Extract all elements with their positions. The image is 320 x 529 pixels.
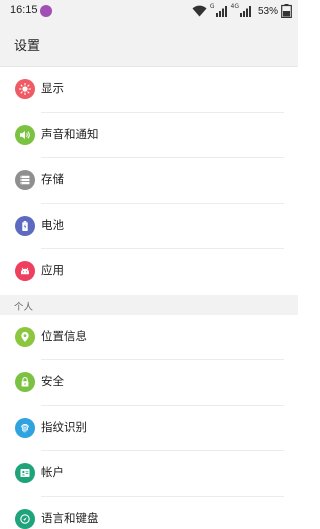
settings-item-display[interactable]: 显示 xyxy=(0,67,298,113)
settings-item-label: 安全 xyxy=(41,374,64,388)
fingerprint-icon xyxy=(15,417,35,438)
app-notification-icon xyxy=(40,5,52,17)
settings-item-sound[interactable]: 声音和通知 xyxy=(0,113,298,158)
battery-icon xyxy=(15,215,35,236)
app-bar: 设置 xyxy=(0,22,298,67)
settings-list: 显示 声音和通知 存储 电池 应用 个人 位置信息 安全 指纹识别 帐户 语言和… xyxy=(0,67,298,529)
settings-item-account[interactable]: 帐户 xyxy=(0,451,298,497)
settings-item-label: 声音和通知 xyxy=(41,126,99,141)
section-header-personal: 个人 xyxy=(0,294,298,315)
settings-item-storage[interactable]: 存储 xyxy=(0,158,298,204)
page-title: 设置 xyxy=(14,39,41,54)
settings-item-location[interactable]: 位置信息 xyxy=(0,315,298,360)
volume-icon xyxy=(15,124,35,145)
section-title: 个人 xyxy=(14,301,34,313)
settings-item-fingerprint[interactable]: 指纹识别 xyxy=(0,406,298,451)
settings-item-label: 帐户 xyxy=(41,465,64,479)
settings-item-label: 位置信息 xyxy=(41,328,87,343)
settings-item-label: 存储 xyxy=(41,172,64,186)
wifi-icon xyxy=(192,5,207,17)
sim2-network-label: 4G xyxy=(230,3,239,10)
settings-item-apps[interactable]: 应用 xyxy=(0,249,298,295)
settings-item-label: 应用 xyxy=(41,263,64,277)
status-time: 16:15 xyxy=(10,4,38,16)
storage-icon xyxy=(15,170,35,190)
lock-icon xyxy=(15,372,35,392)
android-icon xyxy=(15,261,35,281)
settings-item-label: 语言和键盘 xyxy=(41,510,99,525)
settings-item-security[interactable]: 安全 xyxy=(0,360,298,406)
battery-percent: 53% xyxy=(257,5,278,17)
account-icon xyxy=(15,463,35,483)
brightness-icon xyxy=(15,79,35,99)
signal-sim2-icon xyxy=(239,6,251,17)
language-icon xyxy=(15,508,35,529)
status-bar: 16:15 G 4G 53% xyxy=(0,0,298,22)
settings-item-battery[interactable]: 电池 xyxy=(0,204,298,249)
settings-item-label: 电池 xyxy=(41,217,64,232)
signal-sim1-icon xyxy=(215,6,227,17)
settings-item-label: 指纹识别 xyxy=(41,419,87,434)
settings-item-label: 显示 xyxy=(41,81,64,95)
location-icon xyxy=(15,326,35,347)
sim1-network-label: G xyxy=(209,3,215,10)
battery-icon xyxy=(281,4,292,18)
status-indicators: G 4G 53% xyxy=(192,3,292,19)
settings-item-language[interactable]: 语言和键盘 xyxy=(0,497,298,529)
